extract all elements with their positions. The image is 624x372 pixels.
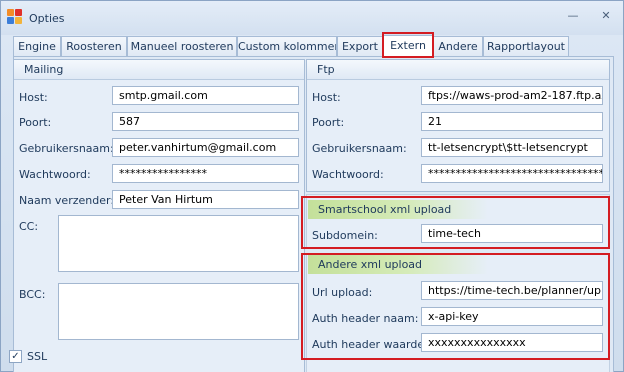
tab-rapportlayout[interactable]: Rapportlayout <box>483 36 569 57</box>
ssl-checkbox[interactable]: ✓ <box>9 350 22 363</box>
tab-custom-kolommen[interactable]: Custom kolommen <box>237 36 337 57</box>
cc-textarea[interactable] <box>58 215 299 272</box>
mailing-host-input[interactable]: smtp.gmail.com <box>112 86 299 105</box>
app-logo-icon <box>7 9 23 25</box>
window-title: Opties <box>29 12 65 25</box>
ftp-password-input[interactable]: ************************************** <box>421 164 603 183</box>
mailing-port-input[interactable]: 587 <box>112 112 299 131</box>
auth-header-value-label: Auth header waarde: <box>312 338 428 351</box>
url-upload-label: Url upload: <box>312 286 373 299</box>
ftp-header: Ftp <box>307 60 609 80</box>
mailing-user-label: Gebruikersnaam: <box>19 142 114 155</box>
mailing-header: Mailing <box>14 60 304 80</box>
auth-header-value-input[interactable]: xxxxxxxxxxxxxxx <box>421 333 603 352</box>
smartschool-header: Smartschool xml upload <box>308 200 488 219</box>
cc-label: CC: <box>19 220 39 233</box>
subdomain-label: Subdomein: <box>312 229 378 242</box>
mailing-host-label: Host: <box>19 91 48 104</box>
mailing-port-label: Poort: <box>19 116 52 129</box>
bcc-label: BCC: <box>19 288 46 301</box>
andere-xml-header: Andere xml upload <box>308 255 488 274</box>
tab-engine[interactable]: Engine <box>13 36 61 57</box>
ftp-password-label: Wachtwoord: <box>312 168 384 181</box>
mailing-user-input[interactable]: peter.vanhirtum@gmail.com <box>112 138 299 157</box>
mailing-password-label: Wachtwoord: <box>19 168 91 181</box>
bcc-textarea[interactable] <box>58 283 299 340</box>
ftp-port-input[interactable]: 21 <box>421 112 603 131</box>
ssl-label: SSL <box>27 350 48 363</box>
tab-manueel-roosteren[interactable]: Manueel roosteren <box>127 36 237 57</box>
tab-andere[interactable]: Andere <box>433 36 483 57</box>
url-upload-input[interactable]: https://time-tech.be/planner/upload <box>421 281 603 300</box>
options-window: Opties — ✕ Engine Roosteren Manueel roos… <box>0 0 624 372</box>
mailing-sender-input[interactable]: Peter Van Hirtum <box>112 190 299 209</box>
minimize-button[interactable]: — <box>564 9 582 23</box>
mailing-sender-label: Naam verzender: <box>19 194 115 207</box>
title-bar: Opties — ✕ <box>1 1 623 35</box>
subdomain-input[interactable]: time-tech <box>421 224 603 243</box>
ftp-user-label: Gebruikersnaam: <box>312 142 407 155</box>
ftp-user-input[interactable]: tt-letsencrypt\$tt-letsencrypt <box>421 138 603 157</box>
tab-roosteren[interactable]: Roosteren <box>61 36 127 57</box>
ftp-port-label: Poort: <box>312 116 345 129</box>
ftp-host-label: Host: <box>312 91 341 104</box>
mailing-password-input[interactable]: **************** <box>112 164 299 183</box>
tab-extern[interactable]: Extern <box>383 35 433 58</box>
auth-header-name-label: Auth header naam: <box>312 312 419 325</box>
tab-strip: Engine Roosteren Manueel roosteren Custo… <box>13 35 613 58</box>
close-button[interactable]: ✕ <box>597 9 615 23</box>
ftp-host-input[interactable]: ftps://waws-prod-am2-187.ftp.azurewebsit… <box>421 86 603 105</box>
tab-export[interactable]: Export <box>337 36 383 57</box>
auth-header-name-input[interactable]: x-api-key <box>421 307 603 326</box>
